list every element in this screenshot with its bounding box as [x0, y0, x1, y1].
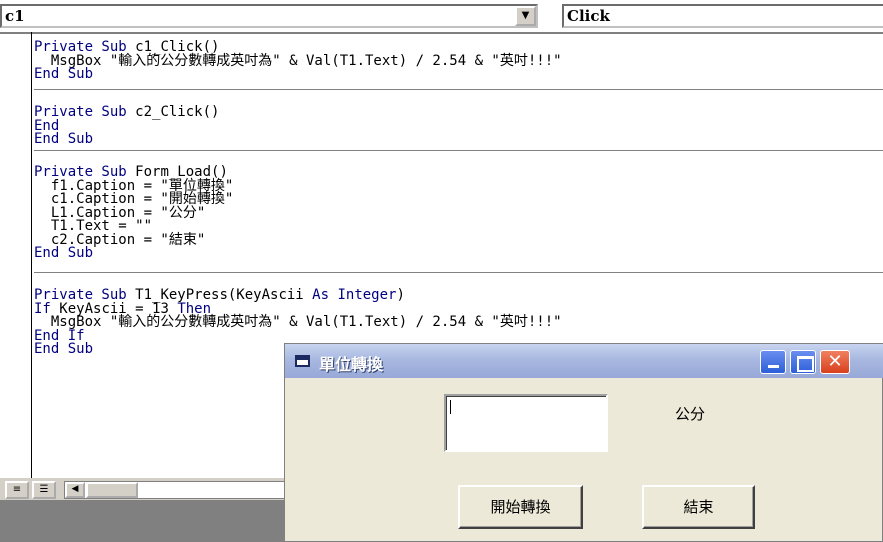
form-titlebar[interactable]: 單位轉換 ✕ [285, 344, 883, 378]
code-line[interactable]: MsgBox "輸入的公分數轉成英吋為" & Val(T1.Text) / 2.… [34, 52, 883, 69]
close-button[interactable]: ✕ [820, 350, 850, 374]
procedure-separator [34, 89, 883, 90]
code-line[interactable]: L1.Caption = "公分" [34, 206, 883, 221]
start-convert-button[interactable]: 開始轉換 [458, 485, 583, 529]
form-window-icon [295, 355, 310, 367]
form-title: 單位轉換 [319, 355, 384, 374]
margin-indicator-bar [31, 32, 32, 487]
procedure-combo-value: Click [567, 7, 610, 25]
close-icon: ✕ [827, 351, 843, 372]
code-keyword: End Sub [34, 131, 94, 147]
end-button[interactable]: 結束 [642, 485, 755, 529]
text-caret [450, 400, 451, 414]
code-line[interactable]: End [34, 119, 883, 134]
code-text: MsgBox "輸入的公分數轉成英吋為" & Val(T1.Text) / 2.… [34, 314, 562, 330]
code-line[interactable]: End If [34, 329, 883, 344]
code-keyword: As Integer [312, 287, 397, 303]
code-line[interactable]: Private Sub c2_Click() [34, 104, 883, 120]
code-line[interactable]: End Sub [34, 66, 883, 82]
code-window-header: c1 ▼ Click [0, 0, 883, 32]
code-line[interactable]: End Sub [34, 131, 883, 147]
code-keyword: End Sub [34, 66, 94, 82]
procedure-c1-click[interactable]: Private Sub c1_Click() MsgBox "輸入的公分數轉成英… [34, 40, 883, 82]
procedure-separator [34, 272, 883, 273]
code-line[interactable]: End Sub [34, 245, 883, 261]
mdi-background [0, 500, 290, 542]
horizontal-scrollbar[interactable]: ◀ [64, 481, 290, 499]
label-l1: 公分 [675, 405, 706, 423]
procedure-combo[interactable]: Click [562, 4, 883, 28]
code-keyword: End Sub [34, 245, 94, 261]
minimize-button[interactable] [760, 350, 786, 374]
code-text: c2_Click() [135, 104, 220, 120]
procedure-c2-click[interactable]: Private Sub c2_Click() End End Sub [34, 104, 883, 147]
code-keyword: End Sub [34, 341, 94, 357]
chevron-down-icon[interactable]: ▼ [515, 6, 536, 26]
code-line[interactable]: MsgBox "輸入的公分數轉成英吋為" & Val(T1.Text) / 2.… [34, 314, 883, 330]
procedure-form-load[interactable]: Private Sub Form_Load() f1.Caption = "單位… [34, 165, 883, 261]
code-text: ) [396, 287, 405, 303]
full-module-view-icon[interactable]: ☰ [32, 481, 56, 499]
procedure-view-icon[interactable]: ≡ [5, 481, 29, 499]
form-window-f1: 單位轉換 ✕ 公分 開始轉換 結束 [284, 343, 883, 542]
procedure-separator [34, 150, 883, 151]
scroll-thumb[interactable] [86, 482, 138, 498]
code-text: MsgBox "輸入的公分數轉成英吋為" & Val(T1.Text) / 2.… [34, 52, 562, 69]
scroll-left-arrow-icon[interactable]: ◀ [65, 482, 85, 498]
object-combo[interactable]: c1 ▼ [0, 4, 538, 28]
object-combo-value: c1 [5, 7, 25, 25]
textbox-t1[interactable] [444, 394, 608, 452]
maximize-button[interactable] [790, 350, 816, 374]
code-line[interactable]: c2.Caption = "結束" [34, 233, 883, 248]
